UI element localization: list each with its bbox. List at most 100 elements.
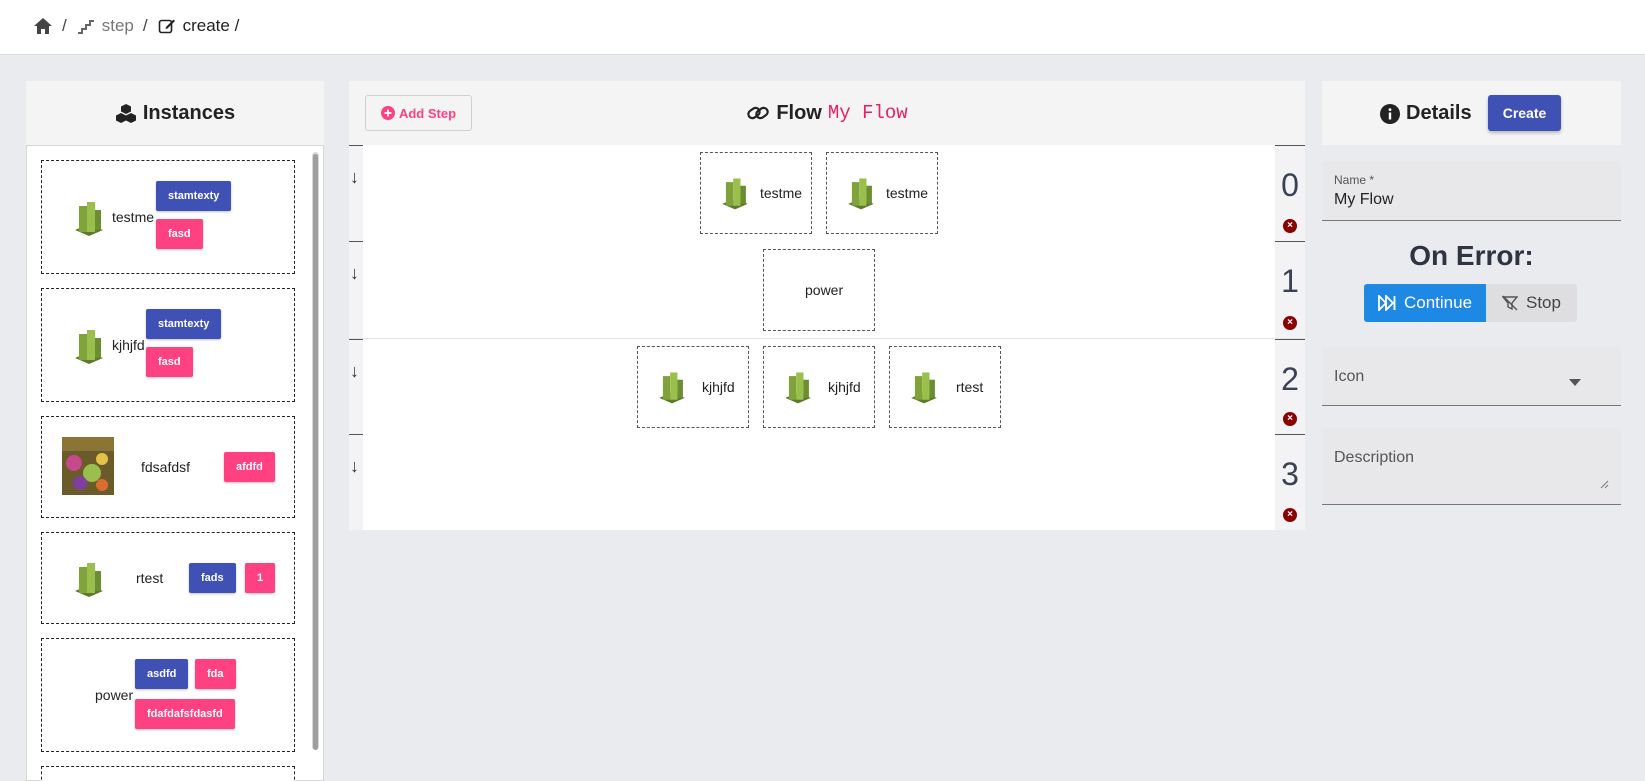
flow-node[interactable]: kjhjfd	[763, 346, 875, 428]
node-name: kjhjfd	[828, 379, 861, 395]
link-icon	[746, 103, 770, 123]
instance-card-kjhjfd[interactable]: kjhjfd stamtexty fasd	[41, 288, 295, 402]
add-step-button[interactable]: Add Step	[365, 95, 472, 131]
details-title-group: Details	[1380, 102, 1472, 125]
details-header: Details	[1322, 81, 1621, 145]
name-field[interactable]: Name * My Flow	[1322, 161, 1621, 221]
fast-forward-icon	[1378, 295, 1396, 311]
description-field[interactable]: Description	[1322, 428, 1621, 505]
filter-off-icon	[1502, 295, 1518, 311]
tag-chip[interactable]: fda	[195, 659, 236, 689]
top-bar: / step / create /	[0, 0, 1645, 55]
flow-node[interactable]: testme	[700, 152, 812, 234]
stairs-icon	[76, 16, 96, 36]
continue-label: Continue	[1403, 293, 1473, 312]
flow-header: Flow My Flow	[349, 81, 1305, 145]
resize-handle-icon[interactable]	[1600, 476, 1609, 494]
instance-name: fdsafdsf	[141, 459, 191, 475]
cubes-icon	[115, 103, 137, 123]
remove-step-icon[interactable]: ×	[1283, 316, 1297, 330]
instances-scrollbar-thumb[interactable]	[313, 154, 318, 750]
breadcrumb: / step / create /	[33, 16, 239, 36]
step-index: 1	[1281, 263, 1299, 299]
step-left-gutter	[349, 241, 363, 338]
stop-button[interactable]: Stop	[1486, 284, 1577, 322]
remove-step-icon[interactable]: ×	[1283, 219, 1297, 233]
instances-title: Instances	[142, 101, 236, 124]
tag-chip[interactable]: fasd	[156, 219, 203, 249]
flow-node[interactable]: kjhjfd	[637, 346, 749, 428]
info-icon	[1380, 103, 1400, 124]
server-tower-icon	[911, 372, 937, 404]
create-button[interactable]: Create	[1488, 95, 1561, 131]
tag-chip[interactable]: stamtexty	[156, 181, 232, 211]
step-index: 2	[1281, 361, 1299, 397]
server-tower-icon	[75, 563, 103, 597]
step-left-gutter	[349, 339, 363, 434]
edit-icon	[157, 16, 177, 36]
step-row-1[interactable]: ↓ 1 × power	[349, 241, 1305, 338]
flow-title: Flow	[776, 101, 822, 124]
instance-name: testme	[112, 209, 155, 225]
step-row-2[interactable]: ↓ 2 × kjhjfd kjhjfd rtest	[349, 338, 1305, 434]
remove-step-icon[interactable]: ×	[1283, 412, 1297, 426]
node-name: testme	[760, 185, 803, 201]
instance-card-power[interactable]: power asdfd fda fdafdafsfdasfd	[41, 638, 295, 752]
name-field-label: Name *	[1334, 173, 1375, 187]
icon-select[interactable]: Icon	[1322, 347, 1621, 406]
arrow-down-icon: ↓	[350, 361, 359, 381]
tag-chip[interactable]: fasd	[146, 347, 193, 377]
server-tower-icon	[659, 372, 685, 404]
remove-step-icon[interactable]: ×	[1283, 508, 1297, 522]
arrow-down-icon: ↓	[350, 456, 359, 476]
flow-name: My Flow	[827, 102, 908, 124]
tag-chip[interactable]: afdfd	[224, 452, 275, 482]
instance-card-rtest[interactable]: rtest fads 1	[41, 532, 295, 624]
home-icon[interactable]	[33, 16, 53, 36]
server-tower-icon	[722, 178, 748, 210]
flow-node[interactable]: testme	[826, 152, 938, 234]
step-row-0[interactable]: ↓ 0 × testme testme	[349, 145, 1305, 241]
description-placeholder: Description	[1334, 449, 1415, 466]
plus-circle-icon	[380, 106, 395, 120]
step-left-gutter	[349, 434, 363, 530]
flow-node[interactable]: rtest	[889, 346, 1001, 428]
details-title: Details	[1406, 102, 1472, 124]
name-field-value[interactable]: My Flow	[1334, 191, 1394, 209]
breadcrumb-step[interactable]: step	[102, 16, 134, 36]
tag-chip[interactable]: fdafdafsfdasfd	[135, 699, 235, 729]
node-name: power	[805, 282, 844, 298]
server-tower-icon	[848, 178, 874, 210]
server-tower-icon	[75, 202, 103, 236]
caret-down-icon[interactable]	[1569, 373, 1581, 391]
step-left-gutter	[349, 145, 363, 241]
tag-chip[interactable]: 1	[245, 563, 276, 593]
continue-button[interactable]: Continue	[1364, 284, 1486, 322]
instance-card-partial[interactable]	[41, 766, 295, 781]
add-step-label: Add Step	[398, 105, 457, 121]
instances-header: Instances	[26, 81, 324, 145]
step-row-3[interactable]: ↓ 3 ×	[349, 434, 1305, 530]
breadcrumb-create[interactable]: create /	[183, 16, 240, 36]
icon-select-placeholder: Icon	[1334, 368, 1365, 385]
step-index: 0	[1281, 167, 1299, 203]
instance-name: power	[95, 687, 134, 703]
instance-card-fdsafdsf[interactable]: fdsafdsf afdfd	[41, 416, 295, 518]
stop-label: Stop	[1526, 293, 1561, 312]
on-error-label: On Error:	[1409, 240, 1534, 271]
tag-chip[interactable]: asdfd	[135, 659, 189, 689]
instance-name: kjhjfd	[112, 337, 145, 353]
node-name: kjhjfd	[702, 379, 735, 395]
node-name: rtest	[956, 379, 984, 395]
flow-node[interactable]: power	[763, 249, 875, 331]
breadcrumb-separator: /	[142, 16, 148, 35]
arrow-down-icon: ↓	[350, 167, 359, 187]
arrow-down-icon: ↓	[350, 263, 359, 283]
instance-image	[62, 437, 114, 495]
instance-card-testme[interactable]: testme stamtexty fasd	[41, 160, 295, 274]
flow-canvas: ↓ 0 × testme testme ↓ 1 × power ↓ 2 × kj…	[349, 145, 1305, 530]
step-index: 3	[1281, 456, 1299, 492]
tag-chip[interactable]: stamtexty	[146, 309, 222, 339]
instance-name: rtest	[136, 570, 164, 586]
tag-chip[interactable]: fads	[189, 563, 236, 593]
